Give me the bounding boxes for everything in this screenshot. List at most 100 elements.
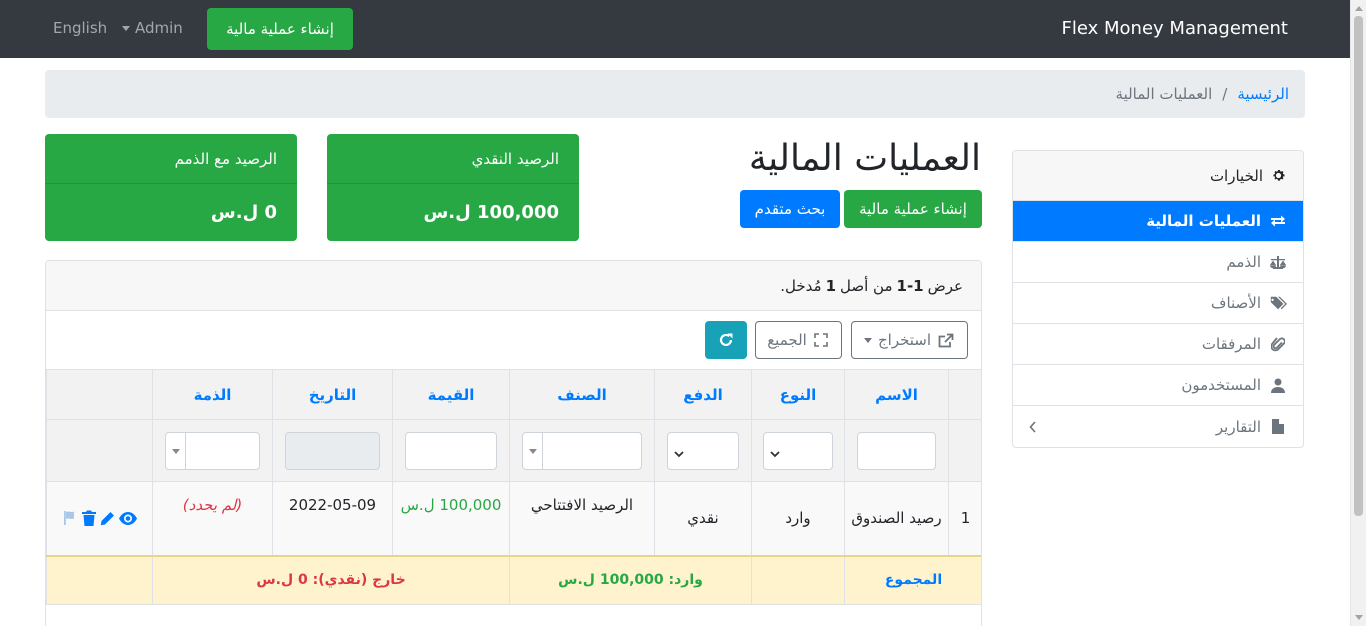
caret-down-icon (863, 337, 872, 343)
delete-icon[interactable] (82, 510, 96, 527)
grid-summary: عرض 1-1 من أصل 1 مُدخل. (46, 261, 981, 311)
col-category[interactable]: الصنف (509, 369, 655, 420)
filter-cell (392, 419, 510, 482)
paperclip-icon (1269, 335, 1287, 353)
col-type[interactable]: النوع (751, 369, 845, 420)
sidebar-item-users[interactable]: المستخدمون (1013, 365, 1303, 406)
admin-menu-label: Admin (135, 19, 183, 37)
sidebar-item-label: المستخدمون (1181, 376, 1261, 394)
cell-type: وارد (751, 481, 845, 556)
filter-payment-select[interactable] (667, 431, 739, 470)
scroll-down-icon[interactable] (1355, 615, 1363, 620)
sidebar-item-label: الأصناف (1210, 294, 1261, 312)
sidebar-header: الخيارات (1013, 151, 1303, 201)
filter-account-select[interactable] (165, 431, 260, 470)
sidebar-item-label: المرفقات (1201, 335, 1261, 353)
grid-toolbar: استخراج الجميع (46, 311, 981, 369)
sidebar-item-label: العمليات المالية (1146, 212, 1261, 230)
summary-mid: من أصل (840, 276, 893, 295)
breadcrumb-home-link[interactable]: الرئيسية (1237, 85, 1289, 103)
totals-label: المجموع (844, 554, 981, 605)
dropdown-toggle[interactable] (166, 432, 186, 469)
cell-date: 2022-05-09 (272, 481, 393, 556)
breadcrumb-current: العمليات المالية (1115, 85, 1213, 103)
cell-actions (46, 481, 153, 556)
sidebar-item-label: التقارير (1215, 417, 1261, 436)
expand-icon (812, 331, 830, 349)
caret-down-icon (172, 448, 180, 454)
gear-icon (1269, 167, 1287, 185)
card-value: 100,000 ل.س (423, 202, 559, 223)
breadcrumb: الرئيسية / العمليات المالية (45, 70, 1305, 118)
sidebar-header-label: الخيارات (1209, 166, 1263, 185)
advanced-search-button[interactable]: بحث متقدم (740, 190, 840, 228)
totals-outgoing: خارج (نقدي): 0 ل.س (152, 554, 510, 605)
user-icon (1269, 376, 1287, 394)
totals-actions (46, 554, 153, 605)
balance-with-accounts-card: الرصيد مع الذمم 0 ل.س (45, 134, 297, 241)
dropdown-toggle[interactable] (523, 432, 543, 469)
cell-name: رصيد الصندوق (844, 481, 949, 556)
filter-value-input[interactable] (405, 431, 497, 470)
summary-prefix: عرض (927, 276, 963, 295)
sidebar-item-reports[interactable]: التقارير (1013, 406, 1303, 447)
view-icon[interactable] (119, 511, 137, 525)
cell-category: الرصيد الافتتاحي (509, 481, 655, 556)
breadcrumb-separator: / (1222, 85, 1228, 103)
language-switch[interactable]: English (53, 19, 107, 37)
col-name[interactable]: الاسم (844, 369, 949, 420)
filter-name-input[interactable] (857, 431, 936, 470)
filter-date-input[interactable] (285, 431, 380, 470)
scale-icon (1269, 253, 1287, 271)
refresh-button[interactable] (705, 321, 747, 359)
col-account[interactable]: الذمة (152, 369, 273, 420)
chevron-down-icon (770, 446, 780, 462)
filter-cell (509, 419, 655, 482)
chevron-down-icon (674, 446, 684, 462)
file-icon (1269, 418, 1287, 436)
exchange-icon (1269, 212, 1287, 230)
col-value[interactable]: القيمة (392, 369, 510, 420)
scroll-up-icon[interactable] (1355, 6, 1363, 11)
card-label: الرصيد مع الذمم (45, 134, 297, 184)
cell-value: 100,000 ل.س (392, 481, 510, 556)
sidebar-menu: الخيارات العمليات المالية الذمم الأصناف … (1012, 150, 1304, 448)
filter-type-select[interactable] (763, 431, 833, 470)
sidebar-item-attachments[interactable]: المرفقات (1013, 324, 1303, 365)
admin-menu[interactable]: Admin (122, 19, 183, 37)
export-button[interactable]: استخراج (851, 321, 968, 359)
filter-cell (272, 419, 393, 482)
page-title: العمليات المالية (748, 138, 981, 179)
filter-cell (751, 419, 845, 482)
filter-index (948, 419, 981, 482)
show-all-button[interactable]: الجميع (755, 321, 842, 359)
card-value: 0 ل.س (210, 202, 277, 223)
top-navbar: Flex Money Management إنشاء عملية مالية … (0, 0, 1350, 58)
filter-category-select[interactable] (522, 431, 642, 470)
col-date[interactable]: التاريخ (272, 369, 393, 420)
edit-icon[interactable] (100, 511, 115, 526)
sidebar-item-categories[interactable]: الأصناف (1013, 283, 1303, 324)
tags-icon (1269, 294, 1287, 312)
brand-title[interactable]: Flex Money Management (1062, 18, 1288, 39)
create-transaction-button[interactable]: إنشاء عملية مالية (844, 190, 982, 228)
navbar-create-transaction-button[interactable]: إنشاء عملية مالية (207, 8, 353, 50)
refresh-icon (717, 331, 735, 349)
chevron-left-icon (1029, 419, 1037, 437)
flag-icon[interactable] (62, 510, 78, 526)
sidebar-item-accounts[interactable]: الذمم (1013, 242, 1303, 283)
filter-actions (46, 419, 153, 482)
summary-suffix: مُدخل. (780, 276, 822, 295)
filter-cell (152, 419, 273, 482)
filter-cell (844, 419, 949, 482)
vertical-scrollbar[interactable] (1350, 0, 1366, 626)
summary-range: 1-1 (896, 276, 924, 295)
sidebar-item-transactions[interactable]: العمليات المالية (1013, 201, 1303, 242)
cell-payment: نقدي (654, 481, 752, 556)
cell-index: 1 (948, 481, 981, 556)
scrollbar-thumb[interactable] (1354, 16, 1363, 516)
col-payment[interactable]: الدفع (654, 369, 752, 420)
caret-down-icon (122, 25, 130, 31)
col-index (948, 369, 981, 420)
transactions-table: الاسم النوع الدفع الصنف القيمة التاريخ ا… (46, 369, 981, 605)
